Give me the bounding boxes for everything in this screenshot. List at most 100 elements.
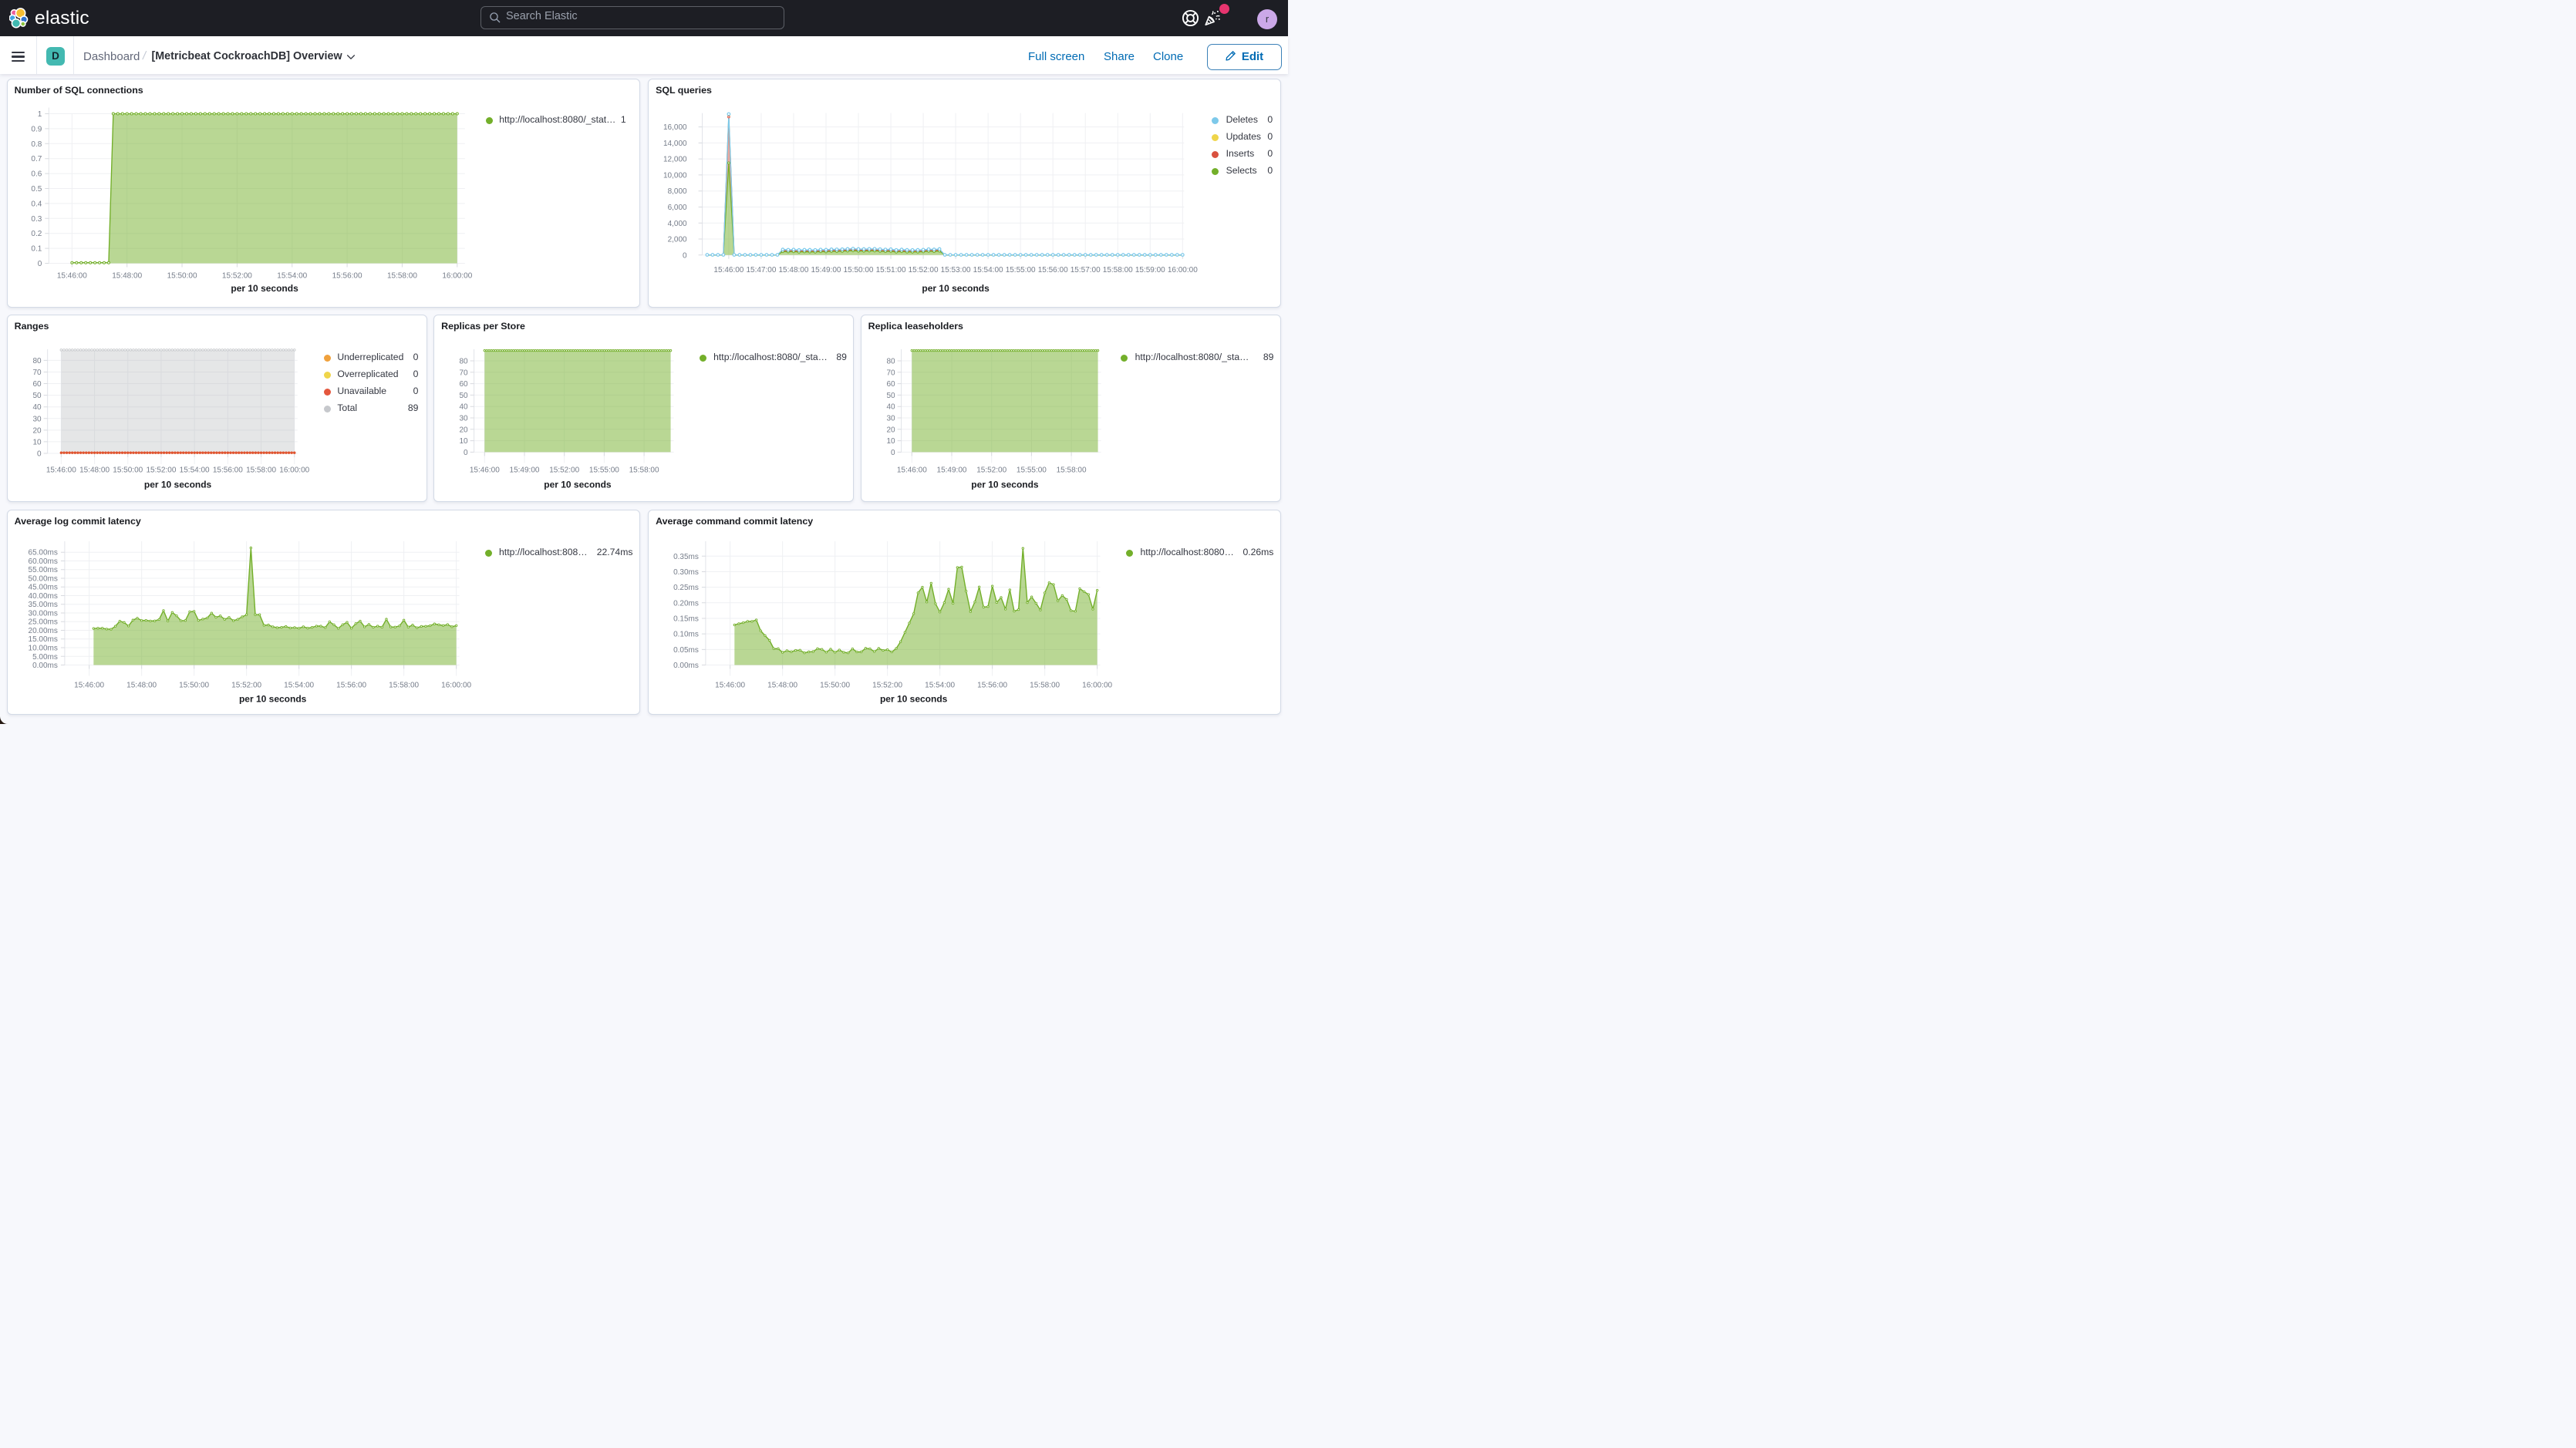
- svg-text:40: 40: [460, 403, 469, 412]
- svg-text:45.00ms: 45.00ms: [28, 583, 57, 591]
- svg-text:0.25ms: 0.25ms: [673, 584, 699, 592]
- svg-text:0: 0: [37, 260, 42, 268]
- svg-text:15:52:00: 15:52:00: [976, 466, 1006, 475]
- svg-text:15:58:00: 15:58:00: [389, 681, 419, 689]
- svg-text:35.00ms: 35.00ms: [28, 601, 57, 609]
- svg-text:15:48:00: 15:48:00: [79, 466, 110, 475]
- svg-text:15:46:00: 15:46:00: [74, 681, 104, 689]
- svg-text:10: 10: [886, 437, 895, 446]
- svg-text:per 10 seconds: per 10 seconds: [971, 480, 1039, 490]
- svg-text:15:48:00: 15:48:00: [779, 266, 809, 274]
- svg-text:60: 60: [886, 380, 895, 389]
- svg-text:15:54:00: 15:54:00: [973, 266, 1003, 274]
- svg-text:15:56:00: 15:56:00: [336, 681, 366, 689]
- svg-text:20.00ms: 20.00ms: [28, 626, 57, 635]
- svg-text:0.7: 0.7: [31, 155, 42, 163]
- svg-text:80: 80: [32, 357, 42, 365]
- svg-text:0.00ms: 0.00ms: [673, 662, 699, 670]
- svg-text:15:51:00: 15:51:00: [876, 266, 906, 274]
- svg-text:6,000: 6,000: [668, 203, 687, 211]
- svg-text:15:58:00: 15:58:00: [1030, 681, 1060, 689]
- svg-text:0.4: 0.4: [31, 200, 42, 208]
- svg-text:15:52:00: 15:52:00: [222, 271, 252, 280]
- svg-text:0: 0: [683, 251, 687, 260]
- svg-text:0.3: 0.3: [31, 214, 42, 223]
- svg-text:per 10 seconds: per 10 seconds: [922, 283, 990, 294]
- svg-text:30: 30: [886, 415, 895, 423]
- svg-text:0.35ms: 0.35ms: [673, 552, 699, 561]
- svg-text:15:54:00: 15:54:00: [925, 681, 955, 689]
- svg-text:15:50:00: 15:50:00: [179, 681, 209, 689]
- svg-text:15:54:00: 15:54:00: [277, 271, 307, 280]
- svg-text:0.00ms: 0.00ms: [32, 662, 58, 670]
- svg-text:10: 10: [32, 438, 42, 446]
- svg-text:16:00:00: 16:00:00: [441, 681, 471, 689]
- svg-text:15:46:00: 15:46:00: [46, 466, 76, 475]
- svg-text:0.8: 0.8: [31, 140, 42, 148]
- svg-text:12,000: 12,000: [663, 155, 687, 163]
- svg-text:40: 40: [32, 403, 42, 412]
- svg-text:70: 70: [460, 369, 469, 377]
- svg-text:15:52:00: 15:52:00: [146, 466, 176, 475]
- svg-text:50: 50: [32, 392, 42, 400]
- svg-text:15:56:00: 15:56:00: [213, 466, 243, 475]
- svg-text:15:50:00: 15:50:00: [844, 266, 874, 274]
- svg-text:30: 30: [460, 415, 469, 423]
- svg-text:15:46:00: 15:46:00: [896, 466, 926, 475]
- svg-text:0.6: 0.6: [31, 170, 42, 178]
- svg-text:15:54:00: 15:54:00: [284, 681, 314, 689]
- svg-text:15:48:00: 15:48:00: [126, 681, 157, 689]
- svg-text:per 10 seconds: per 10 seconds: [544, 480, 612, 490]
- svg-text:0.9: 0.9: [31, 125, 42, 133]
- svg-text:15:48:00: 15:48:00: [112, 271, 142, 280]
- svg-text:15:46:00: 15:46:00: [57, 271, 87, 280]
- svg-text:15:49:00: 15:49:00: [811, 266, 841, 274]
- svg-text:15:56:00: 15:56:00: [332, 271, 362, 280]
- svg-text:16:00:00: 16:00:00: [1082, 681, 1112, 689]
- svg-text:60: 60: [32, 380, 42, 389]
- svg-text:80: 80: [460, 358, 469, 366]
- svg-text:15:53:00: 15:53:00: [941, 266, 971, 274]
- svg-text:15.00ms: 15.00ms: [28, 635, 57, 644]
- svg-text:2,000: 2,000: [668, 235, 687, 244]
- svg-text:4,000: 4,000: [668, 219, 687, 227]
- svg-text:15:50:00: 15:50:00: [820, 681, 850, 689]
- svg-text:15:52:00: 15:52:00: [909, 266, 939, 274]
- svg-text:16,000: 16,000: [663, 123, 687, 132]
- svg-text:0.10ms: 0.10ms: [673, 630, 699, 638]
- svg-text:15:57:00: 15:57:00: [1071, 266, 1101, 274]
- svg-text:15:49:00: 15:49:00: [510, 466, 540, 475]
- svg-text:50: 50: [886, 392, 895, 400]
- svg-text:0.15ms: 0.15ms: [673, 615, 699, 623]
- svg-text:15:50:00: 15:50:00: [167, 271, 197, 280]
- svg-text:15:50:00: 15:50:00: [113, 466, 143, 475]
- svg-text:0.2: 0.2: [31, 230, 42, 238]
- svg-text:65.00ms: 65.00ms: [28, 548, 57, 557]
- svg-text:15:54:00: 15:54:00: [179, 466, 209, 475]
- svg-text:0.5: 0.5: [31, 185, 42, 194]
- svg-text:15:58:00: 15:58:00: [629, 466, 659, 475]
- svg-text:70: 70: [886, 369, 895, 377]
- svg-text:per 10 seconds: per 10 seconds: [231, 283, 298, 294]
- svg-text:15:55:00: 15:55:00: [1006, 266, 1036, 274]
- svg-text:15:59:00: 15:59:00: [1135, 266, 1165, 274]
- svg-text:30.00ms: 30.00ms: [28, 609, 57, 618]
- svg-text:15:58:00: 15:58:00: [246, 466, 276, 475]
- svg-text:10,000: 10,000: [663, 171, 687, 180]
- svg-text:10: 10: [460, 437, 469, 446]
- svg-text:70: 70: [32, 369, 42, 377]
- svg-text:15:58:00: 15:58:00: [1103, 266, 1133, 274]
- svg-text:8,000: 8,000: [668, 187, 687, 196]
- svg-text:15:52:00: 15:52:00: [549, 466, 579, 475]
- svg-text:per 10 seconds: per 10 seconds: [144, 480, 212, 490]
- svg-text:40.00ms: 40.00ms: [28, 591, 57, 600]
- svg-text:0.05ms: 0.05ms: [673, 645, 699, 654]
- svg-text:0.1: 0.1: [31, 244, 42, 253]
- svg-text:16:00:00: 16:00:00: [1168, 266, 1198, 274]
- svg-text:15:46:00: 15:46:00: [470, 466, 500, 475]
- svg-text:50: 50: [460, 392, 469, 400]
- svg-text:16:00:00: 16:00:00: [442, 271, 472, 280]
- svg-text:0: 0: [37, 450, 42, 459]
- svg-text:15:58:00: 15:58:00: [387, 271, 417, 280]
- svg-text:16:00:00: 16:00:00: [279, 466, 309, 475]
